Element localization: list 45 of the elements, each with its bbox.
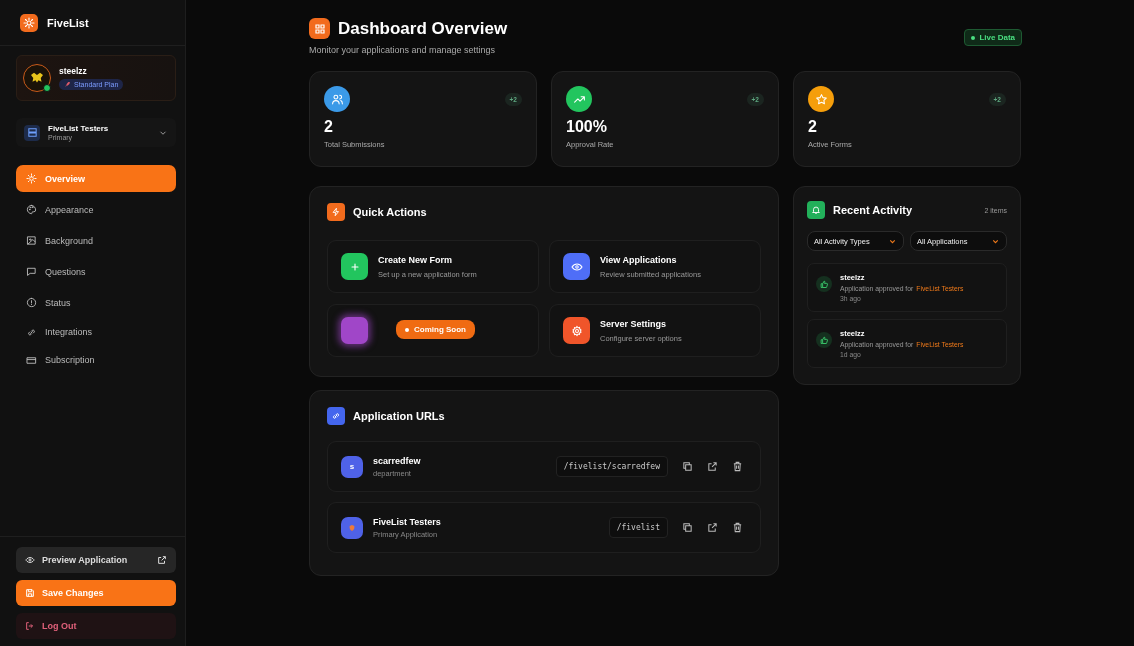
nav-icon xyxy=(26,204,37,215)
url-path: /fivelist/scarredfew xyxy=(555,456,668,477)
stat-value: 100% xyxy=(566,118,608,136)
nav-item[interactable]: Subscription xyxy=(16,348,176,372)
thumbs-up-icon xyxy=(816,276,832,292)
coming-soon-badge: Coming Soon xyxy=(396,320,475,339)
stat-value: 2 xyxy=(324,118,334,136)
dashboard-icon xyxy=(309,18,330,39)
page-title: Dashboard Overview xyxy=(338,18,508,39)
url-path: /fivelist xyxy=(608,517,668,538)
nav-item[interactable]: Appearance xyxy=(16,196,176,223)
logout-button[interactable]: Log Out xyxy=(16,613,176,639)
nav-icon xyxy=(26,354,37,366)
nav-icon xyxy=(26,235,37,246)
user-name: steelzz xyxy=(59,66,87,76)
logo-icon xyxy=(20,13,38,32)
app-name: FiveList Testers xyxy=(373,516,442,527)
app-avatar xyxy=(341,516,363,539)
nav-item[interactable]: Background xyxy=(16,227,176,254)
app-name: FiveList xyxy=(47,16,89,29)
nav-item[interactable]: Questions xyxy=(16,258,176,285)
panel-title: Recent Activity xyxy=(833,204,914,216)
panel-title: Quick Actions xyxy=(353,206,427,218)
nav-item[interactable]: Status xyxy=(16,289,176,316)
external-link-icon xyxy=(157,555,167,565)
bell-icon xyxy=(807,201,825,219)
nav-icon xyxy=(26,173,37,184)
app-avatar: s xyxy=(341,455,363,478)
link-icon xyxy=(327,407,345,425)
preview-button[interactable]: Preview Application xyxy=(16,547,176,573)
lightning-icon xyxy=(327,203,345,221)
logout-icon xyxy=(25,621,35,631)
app-name: scarredfew xyxy=(373,455,422,466)
nav-item[interactable]: Integrations xyxy=(16,320,176,344)
save-icon xyxy=(25,588,35,598)
live-badge: Live Data xyxy=(964,29,1022,46)
nav-icon xyxy=(26,326,37,338)
server-icon xyxy=(24,124,40,141)
eye-icon xyxy=(25,555,35,565)
thumbs-up-icon xyxy=(816,332,832,348)
stat-value: 2 xyxy=(808,118,818,136)
nav-icon xyxy=(26,266,37,277)
page-subtitle: Monitor your applications and manage settings xyxy=(309,45,497,55)
nav-icon xyxy=(26,297,37,308)
panel-title: Application URLs xyxy=(353,410,445,422)
